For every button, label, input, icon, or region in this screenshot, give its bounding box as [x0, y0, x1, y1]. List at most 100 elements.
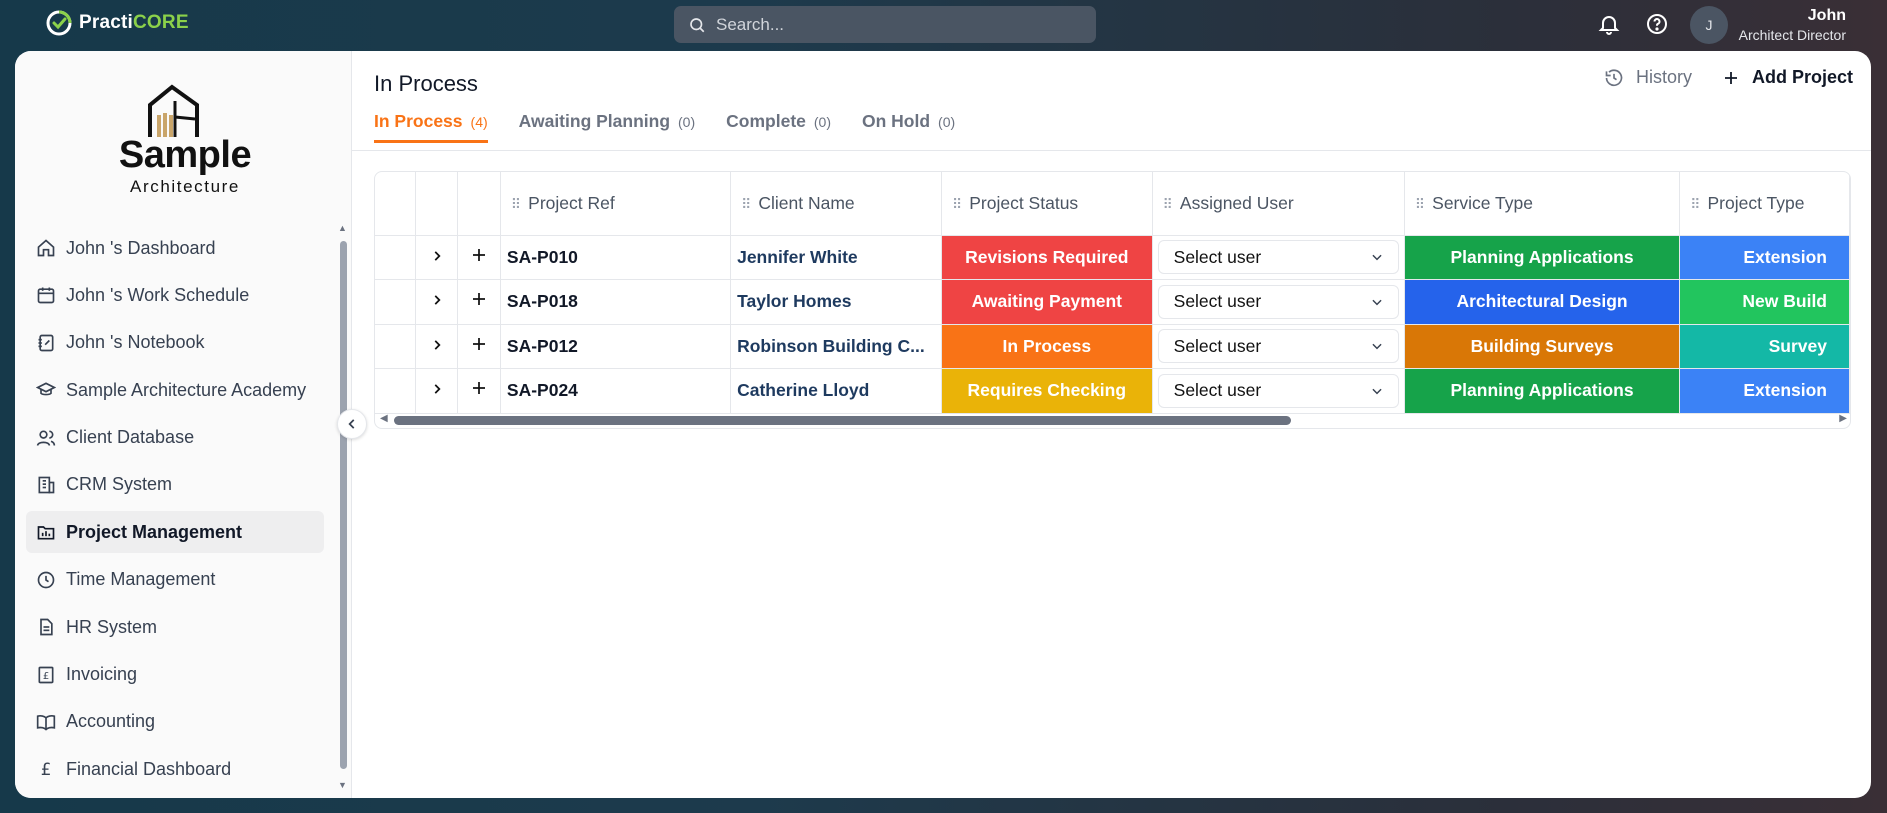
sidebar-nav: John 's Dashboard John 's Work Schedule … [26, 227, 324, 796]
sidebar-item-crm[interactable]: CRM System [26, 464, 324, 506]
project-type-badge[interactable]: New Build [1679, 279, 1850, 325]
column-header-client-name[interactable]: ⠿ Client Name [730, 172, 942, 236]
add-row-button[interactable] [457, 324, 501, 369]
drag-handle-icon[interactable]: ⠿ [511, 196, 521, 212]
project-status-badge[interactable]: Requires Checking [941, 368, 1153, 414]
expand-row-button[interactable] [415, 368, 459, 414]
client-name-cell[interactable]: Catherine Lloyd [730, 368, 942, 414]
bell-icon[interactable] [1597, 12, 1621, 36]
assigned-user-select[interactable]: Select user [1157, 240, 1399, 275]
app-logo[interactable]: PractiCORE [45, 9, 189, 37]
history-button[interactable]: History [1604, 67, 1692, 88]
sidebar-item-financial-dashboard[interactable]: £ Financial Dashboard [26, 748, 324, 790]
sidebar-item-dashboard[interactable]: John 's Dashboard [26, 227, 324, 269]
row-select-cell[interactable] [375, 235, 417, 280]
company-logo: Sample Architecture [115, 83, 255, 196]
table-row[interactable]: SA-P024 Catherine Lloyd Requires Checkin… [375, 368, 1850, 414]
document-icon [40, 618, 53, 636]
tab-in-process[interactable]: In Process (4) [374, 111, 488, 143]
drag-handle-icon[interactable]: ⠿ [1415, 196, 1425, 212]
sidebar-item-work-schedule[interactable]: John 's Work Schedule [26, 274, 324, 316]
scroll-right-arrow[interactable]: ▶ [1839, 413, 1847, 424]
row-select-cell[interactable] [375, 368, 417, 414]
graduation-cap-icon [36, 382, 56, 396]
service-type-badge[interactable]: Planning Applications [1404, 235, 1681, 280]
sidebar-item-hr[interactable]: HR System [26, 606, 324, 648]
row-select-cell[interactable] [375, 279, 417, 325]
project-ref-cell[interactable]: SA-P024 [500, 368, 732, 414]
expand-row-button[interactable] [415, 235, 459, 280]
scroll-down-arrow[interactable]: ▼ [338, 780, 347, 790]
sidebar-item-invoicing[interactable]: £ Invoicing [26, 654, 324, 696]
project-status-badge[interactable]: In Process [941, 324, 1153, 369]
drag-handle-icon[interactable]: ⠿ [952, 196, 962, 212]
company-name: Sample [118, 134, 252, 176]
sidebar-scrollbar[interactable] [340, 241, 347, 769]
project-type-badge[interactable]: Survey [1679, 324, 1850, 369]
scroll-left-arrow[interactable]: ◀ [380, 413, 388, 424]
table-row[interactable]: SA-P012 Robinson Building C... In Proces… [375, 324, 1850, 369]
page-actions: History Add Project [1604, 67, 1853, 88]
add-project-button[interactable]: Add Project [1722, 67, 1853, 88]
project-type-badge[interactable]: Extension [1679, 235, 1850, 280]
avatar[interactable]: J [1690, 6, 1728, 44]
add-row-button[interactable] [457, 235, 501, 280]
table-horizontal-scrollbar[interactable]: ◀ ▶ [375, 411, 1850, 428]
tab-on-hold[interactable]: On Hold (0) [862, 111, 955, 143]
drag-handle-icon[interactable]: ⠿ [741, 196, 751, 212]
project-ref-cell[interactable]: SA-P010 [500, 235, 732, 280]
sidebar-item-label: CRM System [66, 474, 173, 495]
horizontal-scroll-thumb[interactable] [394, 416, 1291, 425]
client-name-cell[interactable]: Taylor Homes [730, 279, 942, 325]
assigned-user-select[interactable]: Select user [1157, 284, 1399, 319]
client-name-cell[interactable]: Robinson Building C... [730, 324, 942, 369]
service-type-badge[interactable]: Architectural Design [1404, 279, 1681, 325]
folder-chart-icon [37, 526, 55, 540]
help-icon[interactable] [1645, 12, 1669, 36]
column-header-service-type[interactable]: ⠿ Service Type [1404, 172, 1681, 236]
project-type-badge[interactable]: Extension [1679, 368, 1850, 414]
sidebar-item-notebook[interactable]: John 's Notebook [26, 322, 324, 364]
assigned-user-select[interactable]: Select user [1157, 373, 1399, 408]
column-header-project-type[interactable]: ⠿ Project Type [1679, 172, 1850, 236]
project-ref-cell[interactable]: SA-P018 [500, 279, 732, 325]
sidebar-item-time-management[interactable]: Time Management [26, 559, 324, 601]
add-column-header [457, 172, 501, 236]
chevron-down-icon [1372, 343, 1382, 350]
column-header-project-ref[interactable]: ⠿ Project Ref [500, 172, 732, 236]
user-role: Architect Director [1738, 27, 1846, 43]
scroll-up-arrow[interactable]: ▲ [338, 223, 347, 233]
table-row[interactable]: SA-P018 Taylor Homes Awaiting Payment Se… [375, 279, 1850, 325]
tab-awaiting-planning[interactable]: Awaiting Planning (0) [519, 111, 695, 143]
expand-row-button[interactable] [415, 324, 459, 369]
expand-row-button[interactable] [415, 279, 459, 325]
tab-complete[interactable]: Complete (0) [726, 111, 831, 143]
sidebar-item-client-database[interactable]: Client Database [26, 417, 324, 459]
column-header-assigned-user[interactable]: ⠿ Assigned User [1152, 172, 1405, 236]
drag-handle-icon[interactable]: ⠿ [1163, 196, 1173, 212]
house-logo-icon [148, 84, 199, 137]
chevron-right-icon [434, 384, 441, 394]
collapse-sidebar-button[interactable] [337, 409, 367, 439]
drag-handle-icon[interactable]: ⠿ [1690, 196, 1700, 212]
assigned-user-cell: Select user [1152, 368, 1405, 414]
sidebar-item-accounting[interactable]: Accounting [26, 701, 324, 743]
add-row-button[interactable] [457, 368, 501, 414]
row-select-cell[interactable] [375, 324, 417, 369]
column-header-project-status[interactable]: ⠿ Project Status [941, 172, 1153, 236]
service-type-badge[interactable]: Building Surveys [1404, 324, 1681, 369]
sidebar-item-project-management[interactable]: Project Management [26, 511, 324, 554]
table-row[interactable]: SA-P010 Jennifer White Revisions Require… [375, 235, 1850, 280]
search-input[interactable] [716, 14, 1076, 35]
project-status-badge[interactable]: Revisions Required [941, 235, 1153, 280]
plus-icon [473, 337, 485, 350]
users-icon [36, 430, 56, 446]
service-type-badge[interactable]: Planning Applications [1404, 368, 1681, 414]
client-name-cell[interactable]: Jennifer White [730, 235, 942, 280]
project-ref-cell[interactable]: SA-P012 [500, 324, 732, 369]
project-status-badge[interactable]: Awaiting Payment [941, 279, 1153, 325]
search-bar[interactable] [674, 6, 1096, 43]
assigned-user-select[interactable]: Select user [1157, 329, 1399, 364]
sidebar-item-academy[interactable]: Sample Architecture Academy [26, 369, 324, 411]
add-row-button[interactable] [457, 279, 501, 325]
